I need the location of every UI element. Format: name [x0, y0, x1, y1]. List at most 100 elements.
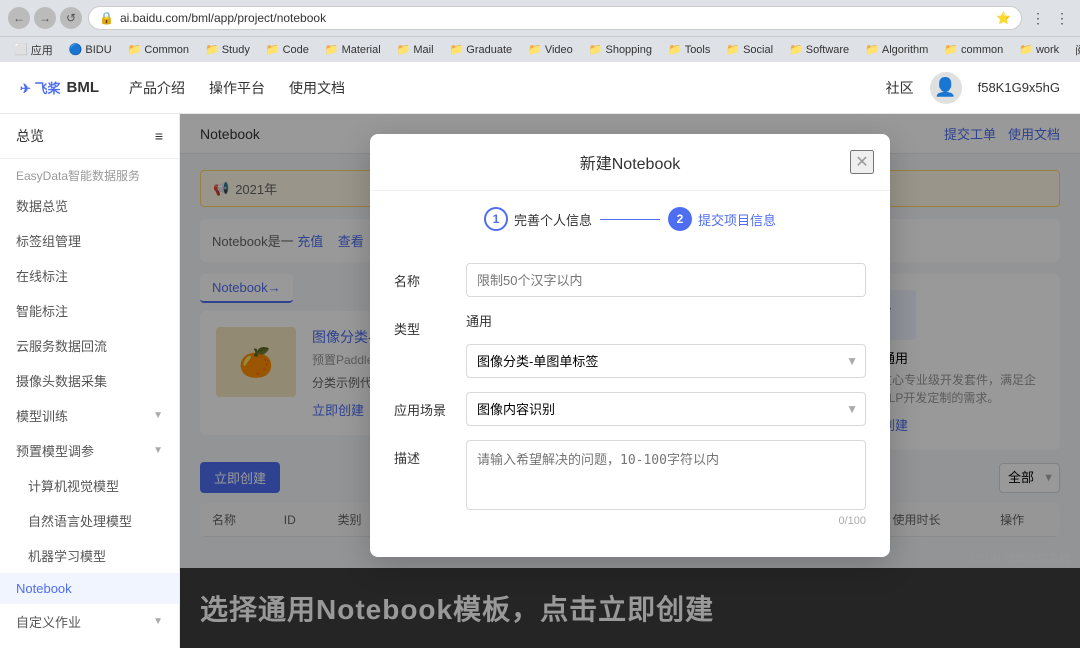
category-select-wrap: 图像分类-单图单标签 图像分类-多图多标签 目标检测 ▼	[466, 344, 866, 378]
sidebar-title: 总览	[16, 126, 44, 146]
sidebar-item-camera[interactable]: 摄像头数据采集	[0, 363, 179, 398]
nav-product[interactable]: 产品介绍	[129, 72, 185, 104]
sidebar-item-smart-label[interactable]: 智能标注	[0, 293, 179, 328]
logo-icon: ✈ 飞桨	[20, 78, 61, 97]
expand-icon: ▼	[153, 410, 163, 421]
sidebar-section-easydata: EasyData智能数据服务	[0, 159, 179, 188]
browser-bar: ← → ↺ 🔒 ai.baidu.com/bml/app/project/not…	[0, 0, 1080, 36]
browser-controls: ← → ↺	[8, 7, 82, 29]
main-nav: 产品介绍 操作平台 使用文档	[129, 72, 345, 104]
nav-platform[interactable]: 操作平台	[209, 72, 265, 104]
sidebar-item-preset-model[interactable]: 预置模型调参 ▼	[0, 433, 179, 468]
sidebar-item-notebook[interactable]: Notebook	[0, 573, 179, 604]
char-count: 0/100	[466, 515, 866, 527]
forward-button[interactable]: →	[34, 7, 56, 29]
modal-dialog: 新建Notebook ✕ 1 完善个人信息 2	[370, 134, 890, 557]
bookmark-readlist[interactable]: 阅读清单	[1069, 40, 1080, 60]
user-name[interactable]: f58K1G9x5hG	[978, 80, 1060, 95]
form-scene-wrap: 图像内容识别 文字识别 人脸识别 ▼	[466, 392, 866, 426]
sidebar-item-cloud-data[interactable]: 云服务数据回流	[0, 328, 179, 363]
form-label-desc: 描述	[394, 440, 454, 467]
scene-select-wrap: 图像内容识别 文字识别 人脸识别 ▼	[466, 392, 866, 426]
form-type-wrap: 通用	[466, 311, 866, 330]
modal-title: 新建Notebook	[580, 150, 681, 174]
bookmark-common[interactable]: 📁 Common	[122, 41, 195, 58]
bookmark-mail[interactable]: 📁 Mail	[391, 41, 440, 58]
bookmark-study[interactable]: 📁 Study	[199, 41, 256, 58]
content-area: Notebook 提交工单 使用文档 📢 2021年 Notebook是一 充值…	[180, 114, 1080, 648]
form-row-category: 图像分类-单图单标签 图像分类-多图多标签 目标检测 ▼	[466, 344, 866, 378]
community-button[interactable]: 社区	[886, 78, 914, 98]
user-avatar: 👤	[930, 72, 962, 104]
bookmark-video[interactable]: 📁 Video	[522, 41, 579, 58]
sidebar-header: 总览 ≡	[0, 114, 179, 159]
name-input[interactable]	[466, 263, 866, 297]
logo-text: BML	[67, 79, 100, 96]
scene-select[interactable]: 图像内容识别 文字识别 人脸识别	[466, 392, 866, 426]
logo-area: ✈ 飞桨 BML	[20, 78, 99, 97]
expand-icon-3: ▼	[153, 616, 163, 627]
step-2-label: 提交项目信息	[698, 210, 776, 229]
type-value: 通用	[466, 306, 492, 329]
steps-indicator: 1 完善个人信息 2 提交项目信息	[370, 191, 890, 247]
step-1: 1 完善个人信息	[484, 207, 592, 231]
bookmark-apps[interactable]: ⬜ 应用	[8, 40, 59, 60]
bookmark-work[interactable]: 📁 work	[1013, 41, 1065, 58]
modal-overlay[interactable]: 新建Notebook ✕ 1 完善个人信息 2	[180, 114, 1080, 648]
bookmark-social[interactable]: 📁 Social	[720, 41, 779, 58]
form-label-scene: 应用场景	[394, 392, 454, 419]
modal-header: 新建Notebook ✕	[370, 134, 890, 191]
sidebar-item-online-label[interactable]: 在线标注	[0, 258, 179, 293]
bookmarks-bar: ⬜ 应用 🔵 BIDU 📁 Common 📁 Study 📁 Code 📁 Ma…	[0, 36, 1080, 62]
form-desc-wrap: 0/100	[466, 440, 866, 527]
main-container: 总览 ≡ EasyData智能数据服务 数据总览 标签组管理 在线标注 智能标注…	[0, 114, 1080, 648]
address-bar[interactable]: 🔒 ai.baidu.com/bml/app/project/notebook …	[88, 6, 1022, 30]
step-1-circle: 1	[484, 207, 508, 231]
expand-icon-2: ▼	[153, 445, 163, 456]
nav-docs[interactable]: 使用文档	[289, 72, 345, 104]
back-button[interactable]: ←	[8, 7, 30, 29]
apps-icon: ⬜	[14, 43, 28, 56]
bookmark-bidu[interactable]: 🔵 BIDU	[63, 41, 118, 58]
bookmark-common2[interactable]: 📁 common	[938, 41, 1009, 58]
bookmark-code[interactable]: 📁 Code	[260, 41, 315, 58]
bookmark-apps-label: 应用	[31, 42, 53, 58]
form-row-desc: 描述 0/100	[394, 440, 866, 527]
step-connector	[600, 219, 660, 220]
form-label-name: 名称	[394, 263, 454, 290]
step-2: 2 提交项目信息	[668, 207, 776, 231]
header-right: 社区 👤 f58K1G9x5hG	[886, 72, 1060, 104]
form-row-type: 类型 通用	[394, 311, 866, 338]
form-row-name: 名称	[394, 263, 866, 297]
sidebar-item-tag-group[interactable]: 标签组管理	[0, 223, 179, 258]
sidebar-item-train-job[interactable]: 训练作业	[0, 639, 179, 648]
bookmark-shopping[interactable]: 📁 Shopping	[583, 41, 658, 58]
menu-icon[interactable]: ⋮	[1052, 8, 1072, 28]
form-category-wrap: 图像分类-单图单标签 图像分类-多图多标签 目标检测 ▼	[466, 344, 866, 378]
modal-close-button[interactable]: ✕	[850, 150, 874, 174]
bookmark-algorithm[interactable]: 📁 Algorithm	[859, 41, 934, 58]
form-label-type: 类型	[394, 311, 454, 338]
bookmark-material[interactable]: 📁 Material	[319, 41, 387, 58]
bookmark-software[interactable]: 📁 Software	[783, 41, 855, 58]
sidebar-collapse-icon[interactable]: ≡	[155, 128, 163, 144]
sidebar-item-data-overview[interactable]: 数据总览	[0, 188, 179, 223]
sidebar-item-nlp-model[interactable]: 自然语言处理模型	[0, 503, 179, 538]
desc-textarea[interactable]	[466, 440, 866, 510]
form-name-wrap	[466, 263, 866, 297]
url-text: ai.baidu.com/bml/app/project/notebook	[120, 11, 990, 25]
app-header: ✈ 飞桨 BML 产品介绍 操作平台 使用文档 社区 👤 f58K1G9x5hG	[0, 62, 1080, 114]
step-1-label: 完善个人信息	[514, 210, 592, 229]
sidebar-item-model-train[interactable]: 模型训练 ▼	[0, 398, 179, 433]
step-2-circle: 2	[668, 207, 692, 231]
form-row-scene: 应用场景 图像内容识别 文字识别 人脸识别 ▼	[394, 392, 866, 426]
extensions-icon[interactable]: ⋮	[1028, 8, 1048, 28]
reload-button[interactable]: ↺	[60, 7, 82, 29]
bookmark-graduate[interactable]: 📁 Graduate	[444, 41, 519, 58]
bookmark-tools[interactable]: 📁 Tools	[662, 41, 716, 58]
browser-icons: ⋮ ⋮	[1028, 8, 1072, 28]
sidebar-item-cv-model[interactable]: 计算机视觉模型	[0, 468, 179, 503]
sidebar-item-ml-model[interactable]: 机器学习模型	[0, 538, 179, 573]
category-select[interactable]: 图像分类-单图单标签 图像分类-多图多标签 目标检测	[466, 344, 866, 378]
sidebar-item-custom-job[interactable]: 自定义作业 ▼	[0, 604, 179, 639]
